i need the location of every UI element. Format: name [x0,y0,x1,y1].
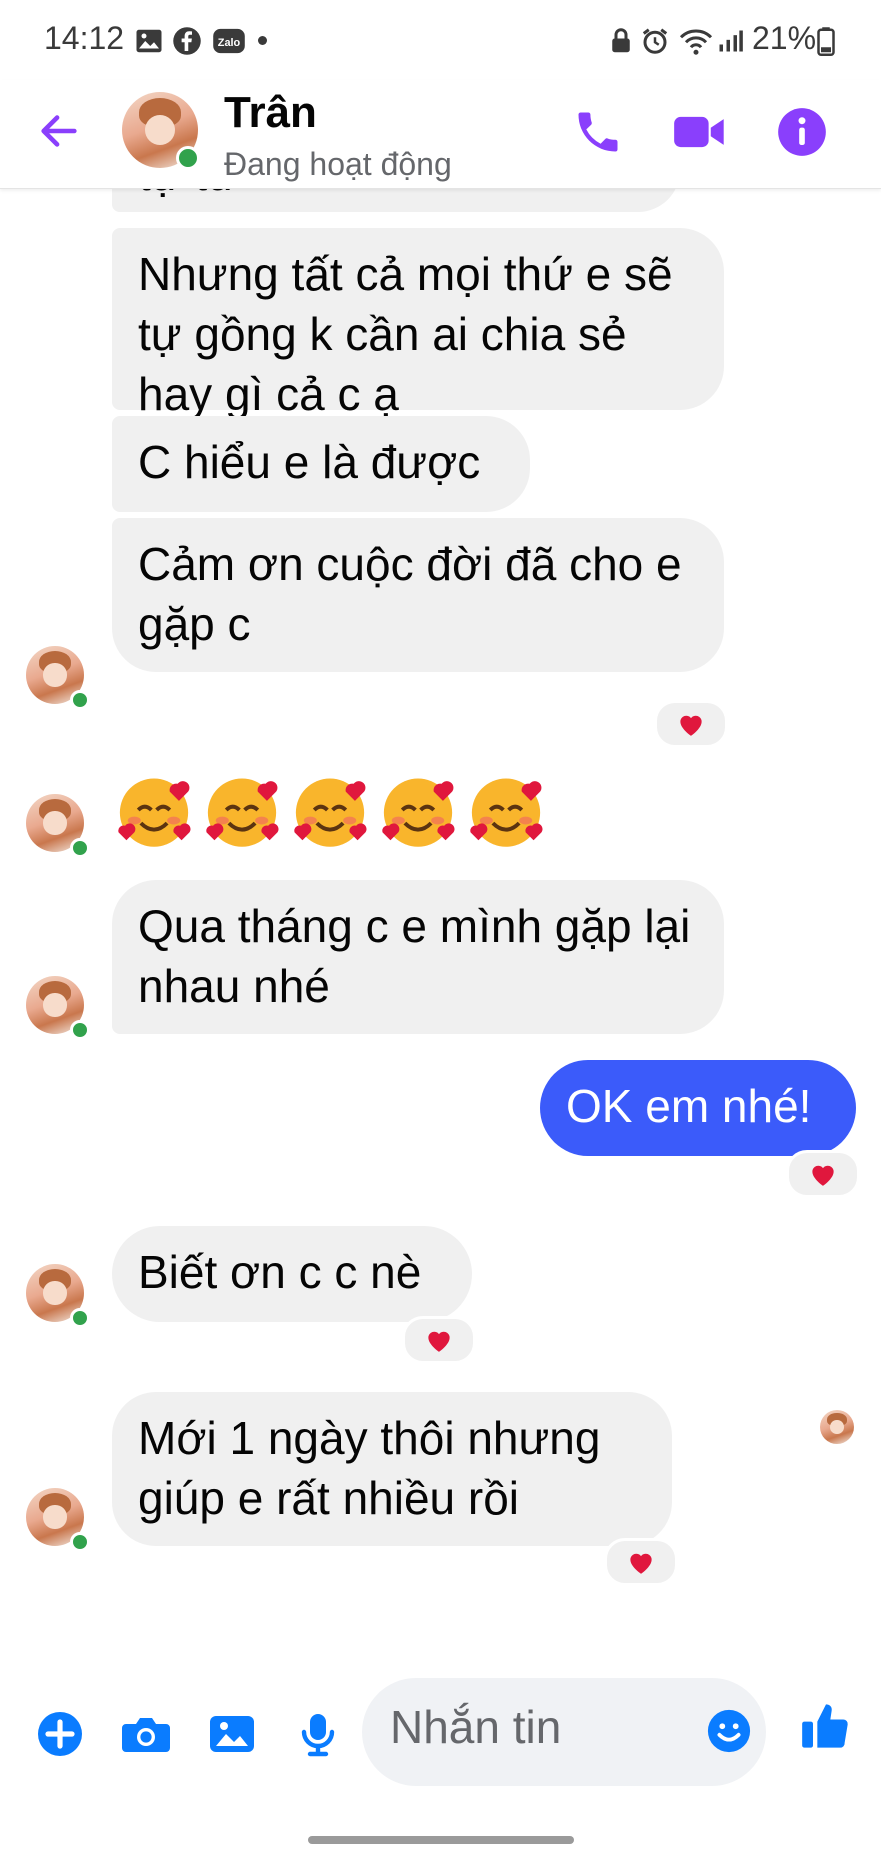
emoji-icon[interactable] [706,1708,752,1754]
smiling-face-with-hearts-icon [206,778,279,847]
add-icon[interactable] [36,1710,84,1758]
sender-avatar[interactable] [26,1488,90,1552]
message-composer: Nhắn tin [0,1660,881,1810]
message-bubble[interactable]: Qua tháng c e mình gặp lại nhau nhé [112,880,724,1034]
seen-receipt-avatar [820,1410,854,1444]
status-time: 14:12 [44,20,125,56]
message-bubble[interactable]: Biết ơn c c nè [112,1226,472,1322]
message-text: Nhưng tất cả mọi thứ e sẽ tự gồng k cần … [138,248,673,420]
message-bubble[interactable]: Cảm ơn cuộc đời đã cho e gặp c [112,518,724,672]
message-bubble[interactable]: Mới 1 ngày thôi nhưng giúp e rất nhiều r… [112,1392,672,1546]
message-bubble[interactable]: C hiểu e là được [112,416,530,512]
battery-icon [817,27,835,56]
status-bar: 14:12 Zalo 21% [0,0,881,80]
sender-avatar[interactable] [26,1264,90,1328]
heart-icon [630,1553,652,1574]
battery-percent: 21% [752,20,817,56]
like-icon[interactable] [800,1700,852,1752]
reaction-badge[interactable] [654,700,728,748]
online-indicator [70,838,90,858]
message-bubble[interactable]: tự tu [112,188,680,212]
message-text: Biết ơn c c nè [138,1246,422,1298]
smiling-face-with-hearts-icon [294,778,367,847]
heart-icon [680,715,702,736]
online-indicator [70,1308,90,1328]
message-input[interactable]: Nhắn tin [362,1678,766,1786]
online-indicator [70,1020,90,1040]
online-indicator [70,1532,90,1552]
online-indicator [176,146,200,170]
phone-call-icon[interactable] [572,106,624,158]
message-bubble[interactable]: Nhưng tất cả mọi thứ e sẽ tự gồng k cần … [112,228,724,420]
info-icon[interactable] [776,106,828,158]
emoji-message[interactable] [112,768,548,852]
wifi-icon [679,29,713,55]
gallery-icon [136,29,162,53]
sender-avatar[interactable] [26,794,90,858]
heart-icon [428,1331,450,1352]
facebook-icon [173,27,201,55]
home-indicator[interactable] [308,1836,574,1844]
status-more-dot [258,36,267,45]
smiling-face-with-hearts-icon [118,778,191,847]
reaction-badge[interactable] [604,1538,678,1586]
message-text: Mới 1 ngày thôi nhưng giúp e rất nhiều r… [138,1412,601,1524]
reaction-badge[interactable] [402,1316,476,1364]
signal-icon [719,30,743,52]
message-text: tự tu [138,188,233,200]
message-list[interactable]: tự tu Nhưng tất cả mọi thứ e sẽ tự gồng … [0,188,881,1658]
alarm-icon [642,28,668,54]
contact-status: Đang hoạt động [224,146,452,182]
zalo-icon: Zalo [213,28,245,54]
message-text: Cảm ơn cuộc đời đã cho e gặp c [138,538,682,650]
image-icon[interactable] [208,1710,256,1758]
lock-icon [612,28,630,53]
back-arrow-icon[interactable] [36,108,82,154]
conversation-header: Trân Đang hoạt động [0,80,881,189]
online-indicator [70,690,90,710]
sender-avatar[interactable] [26,646,90,710]
my-message-bubble[interactable]: OK em nhé! [540,1060,856,1156]
svg-text:Zalo: Zalo [218,37,241,49]
message-text: Qua tháng c e mình gặp lại nhau nhé [138,900,691,1012]
message-text: OK em nhé! [566,1080,812,1132]
video-call-icon[interactable] [672,106,728,158]
camera-icon[interactable] [120,1710,172,1758]
smiling-face-with-hearts-icon [382,778,455,847]
smiling-face-with-hearts-icon [470,778,543,847]
reaction-badge[interactable] [786,1150,860,1198]
sender-avatar[interactable] [26,976,90,1040]
contact-name[interactable]: Trân [224,88,317,138]
microphone-icon[interactable] [294,1710,342,1758]
message-input-placeholder: Nhắn tin [390,1701,562,1753]
heart-icon [812,1165,834,1186]
message-text: C hiểu e là được [138,436,481,488]
